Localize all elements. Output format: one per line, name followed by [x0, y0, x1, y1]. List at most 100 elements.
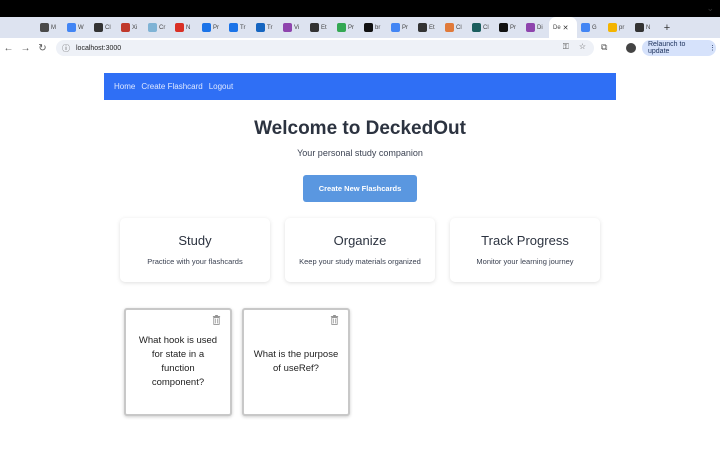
profile-avatar[interactable] [626, 43, 636, 53]
address-bar[interactable]: ⓘ localhost:3000 ⚿ ☆ [56, 40, 594, 56]
feature-card-organize: Organize Keep your study materials organ… [285, 218, 435, 282]
os-top-bar [0, 0, 720, 17]
tab-label: N [646, 24, 651, 31]
tab-favicon-icon [148, 23, 157, 32]
page-subtitle: Your personal study companion [297, 148, 423, 158]
browser-tab[interactable]: Et [306, 17, 333, 38]
browser-tab[interactable]: Pr [495, 17, 522, 38]
close-tab-icon[interactable]: ✕ [563, 24, 569, 32]
tab-favicon-icon [608, 23, 617, 32]
tab-label: Pr [402, 24, 408, 31]
feature-text: Keep your study materials organized [299, 257, 421, 266]
browser-tab[interactable]: N [631, 17, 658, 38]
back-arrow-icon[interactable]: ← [0, 43, 17, 54]
bookmark-star-icon[interactable]: ☆ [579, 42, 586, 52]
tab-search-chevron-icon[interactable]: ⌄ [706, 3, 714, 14]
relaunch-label: Relaunch to update [648, 41, 686, 55]
page-content: Home Create Flashcard Logout Welcome to … [0, 58, 720, 468]
tab-label: Vi [294, 24, 300, 31]
browser-tab[interactable]: G [577, 17, 604, 38]
tab-label: Et [321, 24, 327, 31]
browser-tab[interactable]: Xi [117, 17, 144, 38]
tab-favicon-icon [364, 23, 373, 32]
tab-label: pr [619, 24, 625, 31]
flashcard[interactable]: What is the purpose of useRef? [242, 308, 350, 416]
tab-label: G [592, 24, 597, 31]
browser-tab[interactable]: Pr [198, 17, 225, 38]
tab-favicon-icon [67, 23, 76, 32]
new-tab-plus-icon[interactable]: + [658, 22, 676, 34]
reload-icon[interactable]: ↻ [34, 43, 51, 54]
browser-tab[interactable]: Di [522, 17, 549, 38]
browser-tab[interactable]: Cr [144, 17, 171, 38]
feature-title: Study [178, 233, 212, 248]
browser-tab[interactable]: W [63, 17, 90, 38]
tab-label: Tr [267, 24, 273, 31]
tab-favicon-icon [310, 23, 319, 32]
browser-tab-strip: M W Cl Xi Cr N Pr Tr Tr Vi Et Pr br Pr Et Cl Cl Pr Di De ✕ Gp… [0, 17, 720, 38]
trash-icon[interactable] [212, 315, 221, 325]
browser-tab-active[interactable]: De ✕ [549, 17, 577, 38]
feature-text: Practice with your flashcards [147, 257, 243, 266]
tab-label: De [553, 24, 561, 31]
tab-label: Cl [483, 24, 489, 31]
flashcard-question: What is the purpose of useRef? [253, 348, 339, 374]
relaunch-button[interactable]: Relaunch to update ⋮ [642, 40, 716, 56]
browser-tab[interactable]: Cl [441, 17, 468, 38]
browser-tab[interactable]: Cl [90, 17, 117, 38]
browser-tab[interactable]: Tr [252, 17, 279, 38]
nav-link-home[interactable]: Home [114, 82, 135, 91]
more-menu-icon[interactable]: ⋮ [709, 44, 716, 52]
tab-label: br [375, 24, 381, 31]
tab-favicon-icon [499, 23, 508, 32]
extensions-puzzle-icon[interactable]: ⧉ [601, 42, 607, 53]
tab-label: Et [429, 24, 435, 31]
feature-card-study: Study Practice with your flashcards [120, 218, 270, 282]
browser-tab[interactable]: Cl [468, 17, 495, 38]
tab-label: Di [537, 24, 543, 31]
feature-text: Monitor your learning journey [476, 257, 574, 266]
browser-tab[interactable]: Pr [387, 17, 414, 38]
feature-title: Track Progress [481, 233, 569, 248]
browser-tab[interactable]: Tr [225, 17, 252, 38]
address-url: localhost:3000 [76, 44, 122, 52]
browser-tab[interactable]: Pr [333, 17, 360, 38]
tab-favicon-icon [283, 23, 292, 32]
browser-tab[interactable]: M [36, 17, 63, 38]
tab-label: Cr [159, 24, 166, 31]
nav-link-create-flashcard[interactable]: Create Flashcard [141, 82, 202, 91]
tab-favicon-icon [40, 23, 49, 32]
browser-tab[interactable]: Et [414, 17, 441, 38]
page-title: Welcome to DeckedOut [254, 118, 466, 139]
browser-tab[interactable]: pr [604, 17, 631, 38]
nav-link-logout[interactable]: Logout [209, 82, 233, 91]
flashcard-question: What hook is used for state in a functio… [138, 334, 218, 389]
flashcard[interactable]: What hook is used for state in a functio… [124, 308, 232, 416]
browser-tab[interactable]: Vi [279, 17, 306, 38]
tab-label: Xi [132, 24, 138, 31]
site-info-icon[interactable]: ⓘ [62, 43, 70, 54]
tab-favicon-icon [337, 23, 346, 32]
tab-favicon-icon [94, 23, 103, 32]
tab-favicon-icon [472, 23, 481, 32]
tab-label: Cl [456, 24, 462, 31]
tab-label: Tr [240, 24, 246, 31]
tab-favicon-icon [229, 23, 238, 32]
tab-favicon-icon [445, 23, 454, 32]
browser-tab[interactable]: br [360, 17, 387, 38]
tab-favicon-icon [202, 23, 211, 32]
forward-arrow-icon[interactable]: → [17, 43, 34, 54]
app-navbar: Home Create Flashcard Logout [104, 73, 616, 100]
tab-favicon-icon [418, 23, 427, 32]
tab-favicon-icon [581, 23, 590, 32]
trash-icon[interactable] [330, 315, 339, 325]
tab-label: W [78, 24, 84, 31]
create-flashcards-button[interactable]: Create New Flashcards [303, 175, 417, 202]
tab-label: Pr [510, 24, 516, 31]
tab-favicon-icon [391, 23, 400, 32]
tab-favicon-icon [635, 23, 644, 32]
feature-card-track-progress: Track Progress Monitor your learning jou… [450, 218, 600, 282]
password-key-icon[interactable]: ⚿ [563, 42, 569, 52]
browser-tab[interactable]: N [171, 17, 198, 38]
tab-label: N [186, 24, 191, 31]
